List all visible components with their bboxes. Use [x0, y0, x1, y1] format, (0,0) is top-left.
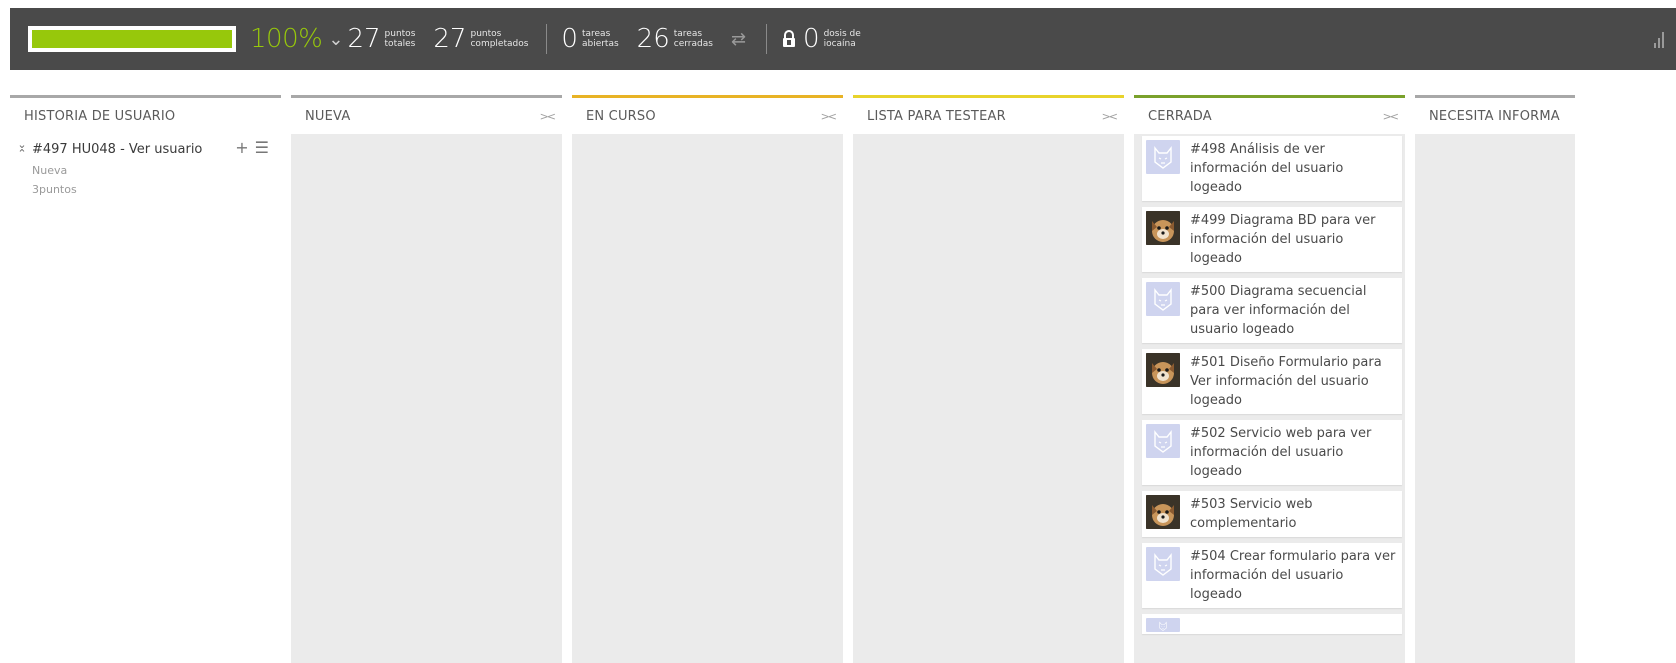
column-header-cerrada: CERRADA ><: [1134, 98, 1405, 134]
avatar[interactable]: [1146, 424, 1180, 458]
progress-percentage: 100%: [250, 24, 323, 54]
open-tasks-label-bottom: abiertas: [581, 39, 619, 49]
closed-tasks-value: 26: [636, 24, 670, 54]
collapse-toggle-icon[interactable]: ⌄ ⌃: [14, 139, 30, 159]
completed-points-label-top: puntos: [470, 29, 502, 39]
column-drop-area[interactable]: [853, 134, 1124, 663]
stats-divider: [546, 24, 548, 54]
task-card[interactable]: #499 Diagrama BD para ver información de…: [1142, 207, 1402, 272]
user-story-card[interactable]: ⌄ ⌃ #497 HU048 - Ver usuario + ☰ Nueva 3p…: [10, 138, 281, 196]
column-title: NECESITA INFORMA: [1429, 108, 1560, 124]
collapse-column-icon[interactable]: ><: [1383, 110, 1400, 123]
task-card[interactable]: #498 Análisis de ver información del usu…: [1142, 136, 1402, 201]
column-header-necesita-info: NECESITA INFORMA: [1415, 98, 1575, 134]
total-points-value: 27: [347, 24, 381, 54]
lock-icon: [783, 30, 796, 47]
stats-divider: [766, 24, 768, 54]
column-en-curso: EN CURSO ><: [572, 95, 843, 663]
column-header-en-curso: EN CURSO ><: [572, 98, 843, 134]
user-story-title[interactable]: #497 HU048 - Ver usuario: [32, 142, 202, 157]
user-story-points: 3puntos: [32, 183, 77, 196]
closed-tasks-stat: 26 tareas cerradas: [637, 26, 713, 52]
avatar[interactable]: [1146, 211, 1180, 245]
avatar[interactable]: [1146, 547, 1180, 581]
column-title: NUEVA: [305, 108, 351, 124]
column-lista-testear: LISTA PARA TESTEAR ><: [853, 95, 1124, 663]
column-necesita-info: NECESITA INFORMA: [1415, 95, 1575, 663]
column-user-story: HISTORIA DE USUARIO ⌄ ⌃ #497 HU048 - Ver …: [10, 95, 281, 663]
column-cerrada: CERRADA >< #498 Análisis de ver informac…: [1134, 95, 1405, 663]
task-card[interactable]: #504 Crear formulario para ver informaci…: [1142, 543, 1402, 608]
column-drop-area[interactable]: [572, 134, 843, 663]
task-title[interactable]: #503 Servicio web complementario: [1190, 495, 1396, 533]
open-tasks-value: 0: [561, 24, 578, 54]
task-card[interactable]: #503 Servicio web complementario: [1142, 491, 1402, 537]
completed-points-label-bottom: completados: [470, 39, 529, 49]
task-card[interactable]: [1142, 614, 1402, 634]
iocaine-value: 0: [803, 24, 820, 54]
avatar[interactable]: [1146, 495, 1180, 529]
column-title: HISTORIA DE USUARIO: [24, 108, 176, 124]
column-title: CERRADA: [1148, 108, 1212, 124]
sprint-progress-fill: [32, 30, 232, 48]
open-tasks-stat: 0 tareas abiertas: [561, 26, 618, 52]
closed-tasks-label-bottom: cerradas: [673, 39, 713, 49]
column-drop-area[interactable]: #498 Análisis de ver información del usu…: [1134, 134, 1405, 663]
add-task-icon[interactable]: +: [235, 138, 248, 157]
avatar[interactable]: [1146, 618, 1180, 632]
collapse-column-icon[interactable]: ><: [540, 110, 557, 123]
sprint-stats-bar: 100% ⌄ 27 puntos totales 27 puntos compl…: [10, 8, 1676, 70]
chevron-down-icon[interactable]: ⌄: [328, 29, 343, 50]
completed-points-stat: 27 puntos completados: [433, 26, 528, 52]
open-tasks-label-top: tareas: [581, 29, 611, 39]
task-title[interactable]: #499 Diagrama BD para ver información de…: [1190, 211, 1396, 268]
column-header-user-story: HISTORIA DE USUARIO: [10, 98, 281, 134]
column-drop-area[interactable]: [291, 134, 562, 663]
graph-icon[interactable]: [1654, 30, 1664, 48]
column-drop-area[interactable]: [1415, 134, 1575, 663]
iocaine-stat: 0 dosis de iocaína: [803, 26, 861, 52]
avatar[interactable]: [1146, 140, 1180, 174]
task-title[interactable]: #500 Diagrama secuencial para ver inform…: [1190, 282, 1396, 339]
bulk-add-list-icon[interactable]: ☰: [255, 138, 269, 157]
collapse-column-icon[interactable]: ><: [821, 110, 838, 123]
column-header-lista-testear: LISTA PARA TESTEAR ><: [853, 98, 1124, 134]
completed-points-value: 27: [433, 24, 467, 54]
column-nueva: NUEVA ><: [291, 95, 562, 663]
total-points-stat: 27 puntos totales: [347, 26, 415, 52]
total-points-label-bottom: totales: [384, 39, 416, 49]
avatar[interactable]: [1146, 353, 1180, 387]
task-title[interactable]: #501 Diseño Formulario para Ver informac…: [1190, 353, 1396, 410]
sprint-progress-bar: [28, 26, 236, 52]
swap-arrows-icon[interactable]: ⇄: [731, 29, 746, 50]
task-card[interactable]: #502 Servicio web para ver información d…: [1142, 420, 1402, 485]
task-title[interactable]: #502 Servicio web para ver información d…: [1190, 424, 1396, 481]
task-title[interactable]: #498 Análisis de ver información del usu…: [1190, 140, 1396, 197]
task-card[interactable]: #500 Diagrama secuencial para ver inform…: [1142, 278, 1402, 343]
task-title[interactable]: #504 Crear formulario para ver informaci…: [1190, 547, 1396, 604]
total-points-label-top: puntos: [384, 29, 416, 39]
column-title: EN CURSO: [586, 108, 656, 124]
avatar[interactable]: [1146, 282, 1180, 316]
taskboard: HISTORIA DE USUARIO ⌄ ⌃ #497 HU048 - Ver …: [10, 95, 1676, 663]
column-header-nueva: NUEVA ><: [291, 98, 562, 134]
closed-tasks-label-top: tareas: [673, 29, 703, 39]
user-story-status: Nueva: [32, 164, 68, 177]
column-title: LISTA PARA TESTEAR: [867, 108, 1006, 124]
collapse-column-icon[interactable]: ><: [1102, 110, 1119, 123]
task-card[interactable]: #501 Diseño Formulario para Ver informac…: [1142, 349, 1402, 414]
iocaine-label-bottom: iocaína: [823, 39, 856, 49]
iocaine-label-top: dosis de: [823, 29, 861, 39]
